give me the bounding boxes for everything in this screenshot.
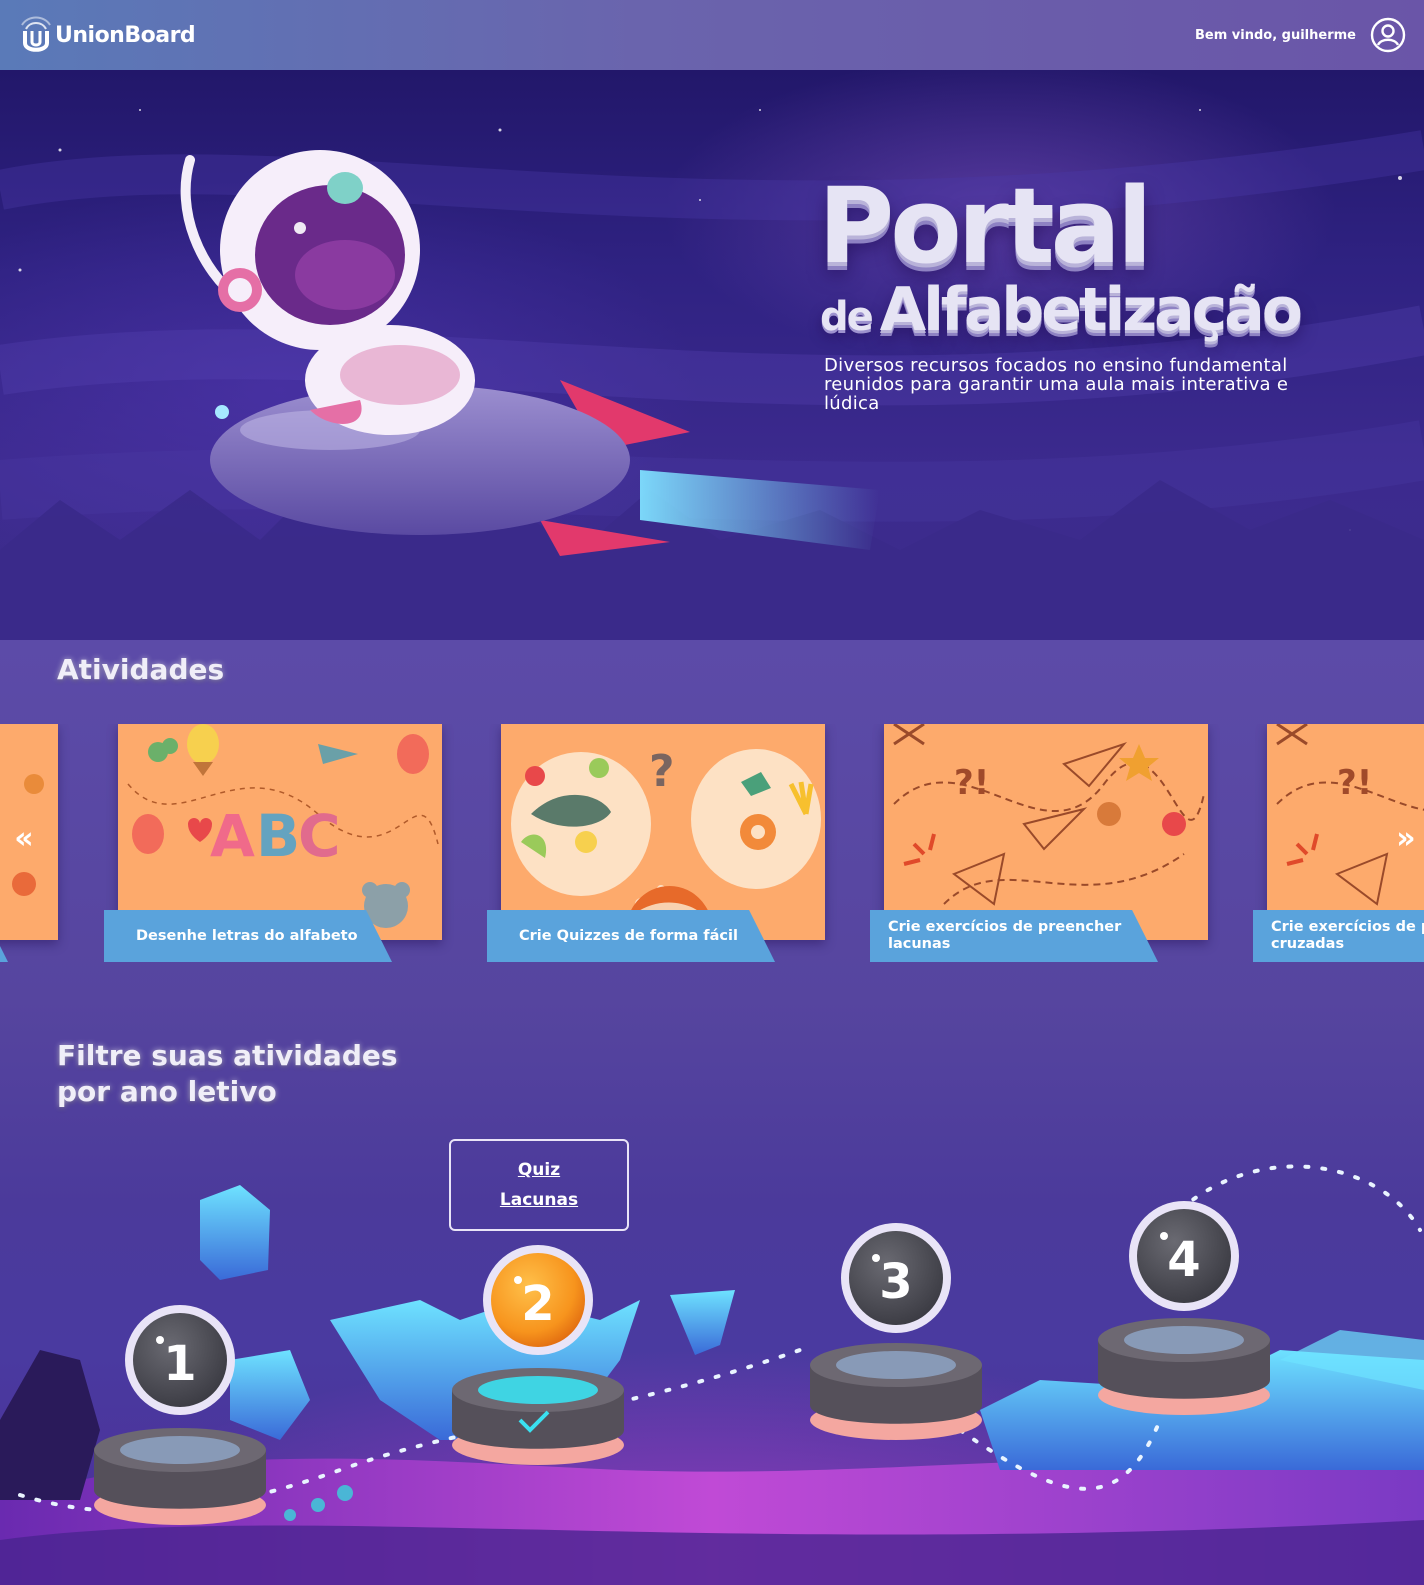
- hero-title: Portal: [818, 165, 1153, 287]
- svg-text:A: A: [210, 802, 255, 870]
- svg-text:?: ?: [649, 746, 675, 797]
- activity-card-image: ?!: [884, 724, 1208, 940]
- activities-title: Atividades: [57, 653, 225, 686]
- carousel-next-icon[interactable]: »: [1388, 818, 1424, 858]
- filter-title-line1: Filtre suas atividades: [57, 1039, 398, 1072]
- hero-banner: Portal de Alfabetização Diversos recurso…: [0, 70, 1424, 640]
- activity-card-lacunas[interactable]: ?! Crie exercícios de preencher lacunas: [870, 724, 1208, 964]
- hero-title-alfabetizacao: Alfabetização: [879, 275, 1303, 345]
- unionboard-logo-icon: [21, 16, 51, 52]
- pedestal-2: [452, 1368, 624, 1465]
- svg-text:C: C: [298, 802, 341, 870]
- svg-text:?!: ?!: [1337, 763, 1372, 803]
- level-2-button[interactable]: [483, 1245, 593, 1355]
- activity-type-menu: Quiz Lacunas: [449, 1139, 629, 1231]
- logo[interactable]: UnionBoard: [20, 15, 196, 55]
- filter-title: Filtre suas atividades por ano letivo: [57, 1038, 398, 1110]
- brand-name: UnionBoard: [55, 22, 196, 48]
- svg-text:B: B: [256, 802, 300, 870]
- activity-card-label: Crie exercícios de palavras cruzadas: [1253, 910, 1424, 962]
- hero-title-line2: de Alfabetização: [820, 275, 1303, 345]
- level-4-button[interactable]: [1129, 1201, 1239, 1311]
- year-filter-section: 1 2 3 4 Filtre suas atividades por ano l…: [0, 1000, 1424, 1585]
- activity-card-alfabeto[interactable]: A B C Desenhe letras do alfabeto: [104, 724, 442, 964]
- activities-section: Atividades A B C Desenhe letras do alfab…: [0, 640, 1424, 1000]
- filter-title-line2: por ano letivo: [57, 1075, 277, 1108]
- activity-card-label: Desenhe letras do alfabeto: [104, 910, 392, 962]
- level-1-button[interactable]: [125, 1305, 235, 1415]
- activity-card-quiz[interactable]: ? Crie Quizzes de forma fácil: [487, 724, 825, 964]
- hero-title-de: de: [820, 294, 874, 340]
- activity-card-label: Crie exercícios de preencher lacunas: [870, 910, 1158, 962]
- level-3-button[interactable]: [841, 1223, 951, 1333]
- lacunas-link[interactable]: Lacunas: [500, 1190, 578, 1210]
- activity-card-image: ?: [501, 724, 825, 940]
- activity-card-image: A B C: [118, 724, 442, 940]
- pedestal-3: [810, 1343, 982, 1440]
- user-account-icon[interactable]: [1370, 17, 1406, 53]
- activity-card-label: Crie Quizzes de forma fácil: [487, 910, 775, 962]
- pedestal-1: [94, 1428, 266, 1525]
- quiz-link[interactable]: Quiz: [518, 1160, 560, 1180]
- pedestal-4: [1098, 1318, 1270, 1415]
- svg-text:?!: ?!: [954, 763, 989, 803]
- top-bar: UnionBoard Bem vindo, guilherme: [0, 0, 1424, 70]
- hero-subtitle: Diversos recursos focados no ensino fund…: [824, 355, 1289, 414]
- welcome-text: Bem vindo, guilherme: [1194, 27, 1356, 43]
- carousel-prev-icon[interactable]: «: [6, 818, 42, 858]
- activities-carousel: A B C Desenhe letras do alfabeto ? Crie …: [0, 724, 1424, 964]
